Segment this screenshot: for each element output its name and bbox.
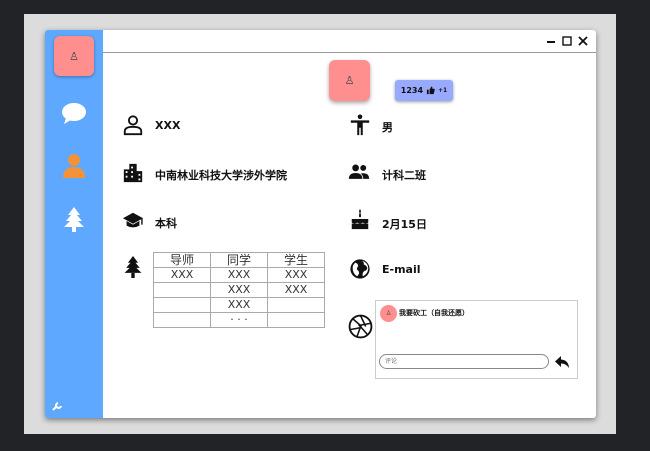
table-row: XXX XXX: [153, 282, 325, 298]
table-cell[interactable]: [267, 297, 325, 313]
profile-birthday: 2月15日: [382, 218, 427, 231]
table-cell[interactable]: [153, 312, 211, 328]
reply-icon[interactable]: [554, 354, 570, 370]
app-window: ♙ ♙ 1234 +1 XXX 中南林业科技大学涉外学院 本科 导师 同学 学生…: [45, 30, 596, 418]
avatar-glyph: ♙: [344, 74, 355, 87]
table-cell[interactable]: XXX: [210, 267, 268, 283]
table-header: 导师: [153, 252, 211, 268]
like-badge[interactable]: 1234 +1: [395, 80, 453, 101]
profile-degree: 本科: [155, 217, 177, 230]
profile-email: E-mail: [382, 263, 421, 276]
table-row: XXX: [153, 297, 325, 313]
table-row: · · ·: [153, 312, 325, 328]
close-button[interactable]: [576, 34, 590, 48]
sidebar-avatar[interactable]: ♙: [54, 36, 94, 76]
relations-table: 导师 同学 学生 XXX XXX XXX XXX XXX XXX · · ·: [153, 252, 325, 328]
tree-icon[interactable]: [61, 206, 87, 232]
graduation-cap-icon: [122, 212, 144, 228]
group-icon: [348, 164, 370, 179]
table-cell[interactable]: XXX: [267, 267, 325, 283]
cake-icon: [351, 208, 369, 230]
profile-gender: 男: [382, 121, 393, 134]
maximize-icon: [562, 36, 572, 46]
close-icon: [578, 36, 588, 46]
person-icon[interactable]: [61, 152, 87, 178]
standing-person-icon: [350, 114, 370, 136]
table-cell[interactable]: [267, 312, 325, 328]
comment-input[interactable]: [379, 354, 549, 369]
table-cell[interactable]: XXX: [267, 282, 325, 298]
table-row: XXX XXX XXX: [153, 267, 325, 283]
table-header: 同学: [210, 252, 268, 268]
table-cell[interactable]: · · ·: [210, 312, 268, 328]
chat-icon[interactable]: [61, 100, 87, 126]
tree-icon: [124, 256, 142, 278]
table-header: 学生: [267, 252, 325, 268]
comment-text: 我要砍工（自我还愿）: [399, 309, 469, 317]
avatar-glyph: ♙: [385, 310, 392, 317]
user-icon: [123, 115, 143, 136]
profile-avatar[interactable]: ♙: [329, 60, 370, 101]
building-icon: [123, 163, 143, 183]
profile-school: 中南林业科技大学涉外学院: [155, 169, 287, 182]
avatar-glyph: ♙: [69, 49, 79, 63]
minimize-icon: [547, 41, 555, 43]
table-header-row: 导师 同学 学生: [153, 252, 325, 268]
comment-avatar[interactable]: ♙: [380, 305, 397, 322]
comment-panel: ♙ 我要砍工（自我还愿）: [375, 300, 578, 379]
title-bar: [103, 30, 596, 53]
minimize-button[interactable]: [544, 34, 558, 48]
table-cell[interactable]: XXX: [210, 297, 268, 313]
profile-name: XXX: [155, 119, 181, 132]
table-cell[interactable]: XXX: [210, 282, 268, 298]
table-cell[interactable]: [153, 297, 211, 313]
sidebar: ♙: [45, 30, 103, 418]
like-plus: +1: [438, 87, 448, 94]
thumbs-up-icon: [426, 86, 435, 95]
aperture-icon: [348, 314, 373, 339]
wrench-icon[interactable]: [52, 402, 62, 412]
like-count: 1234: [400, 86, 424, 95]
table-cell[interactable]: XXX: [153, 267, 211, 283]
globe-icon: [350, 259, 370, 279]
table-cell[interactable]: [153, 282, 211, 298]
maximize-button[interactable]: [560, 34, 574, 48]
profile-class: 计科二班: [382, 169, 426, 182]
